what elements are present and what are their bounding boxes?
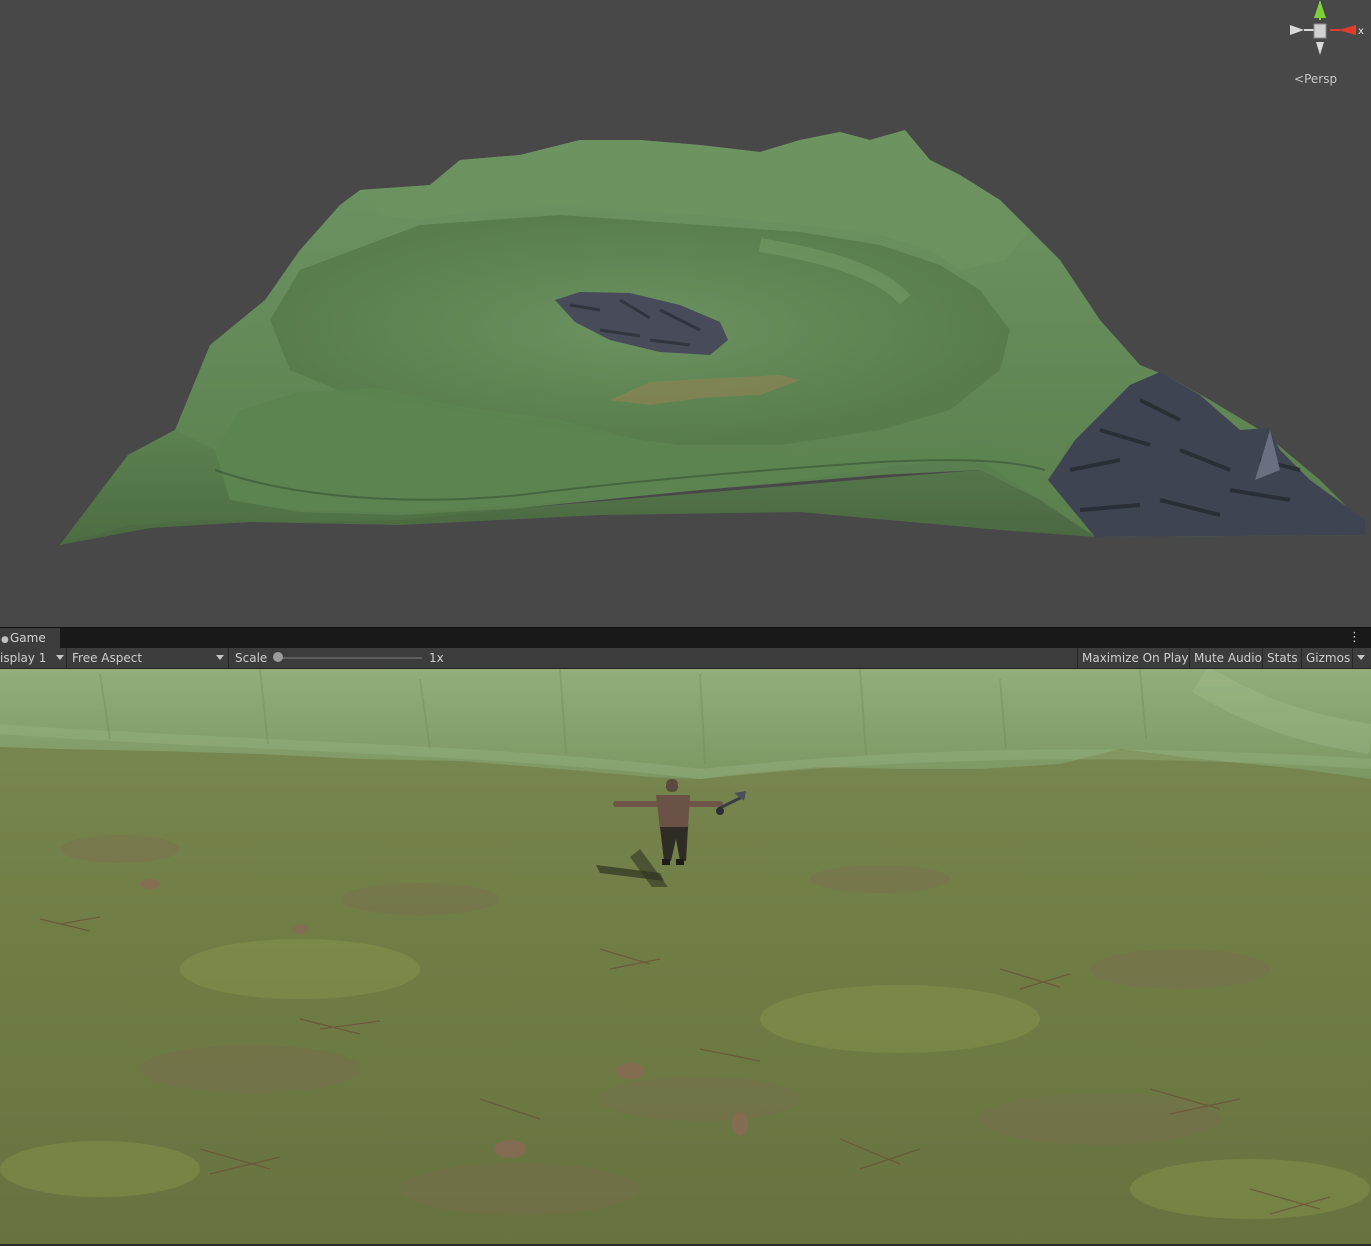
stats-button[interactable]: Stats <box>1262 648 1302 668</box>
projection-label: Persp <box>1304 72 1338 86</box>
gizmos-button[interactable]: Gizmos <box>1301 648 1354 668</box>
gizmo-neg-y-cone <box>1316 42 1324 55</box>
game-view[interactable] <box>0 669 1371 1244</box>
gizmos-dropdown-arrow-icon[interactable] <box>1357 655 1365 660</box>
game-tab-bar: ●Game ⋮ <box>0 627 1371 649</box>
gizmo-neg-x-cone <box>1290 25 1304 35</box>
dropdown-arrow-icon <box>216 655 224 660</box>
scale-label: Scale <box>235 651 268 665</box>
tab-game-label: Game <box>10 631 46 645</box>
aspect-dropdown[interactable]: Free Aspect <box>72 648 228 668</box>
scale-slider-track[interactable] <box>280 657 422 659</box>
tab-game[interactable]: ●Game <box>0 628 60 649</box>
aspect-label: Free Aspect <box>72 651 143 665</box>
kebab-menu-icon[interactable]: ⋮ <box>1348 629 1361 647</box>
dropdown-arrow-icon <box>56 655 64 660</box>
terrain-render <box>60 130 1365 545</box>
game-render <box>0 669 1371 1244</box>
projection-toggle[interactable]: <Persp <box>1294 72 1337 86</box>
mute-audio-button[interactable]: Mute Audio <box>1189 648 1266 668</box>
maximize-on-play-button[interactable]: Maximize On Play <box>1077 648 1193 668</box>
game-toolbar: isplay 1 Free Aspect Scale 1x Maximize O… <box>0 648 1371 669</box>
scene-view[interactable]: x <Persp <box>0 0 1371 627</box>
display-dropdown[interactable]: isplay 1 <box>0 648 66 668</box>
scale-value: 1x <box>429 651 444 665</box>
gizmo-x-label: x <box>1358 26 1364 37</box>
scale-slider-thumb[interactable] <box>273 652 283 662</box>
persp-chevron-icon: < <box>1294 72 1305 86</box>
gizmo-x-axis-cone <box>1338 25 1356 35</box>
display-label: isplay 1 <box>0 651 47 665</box>
